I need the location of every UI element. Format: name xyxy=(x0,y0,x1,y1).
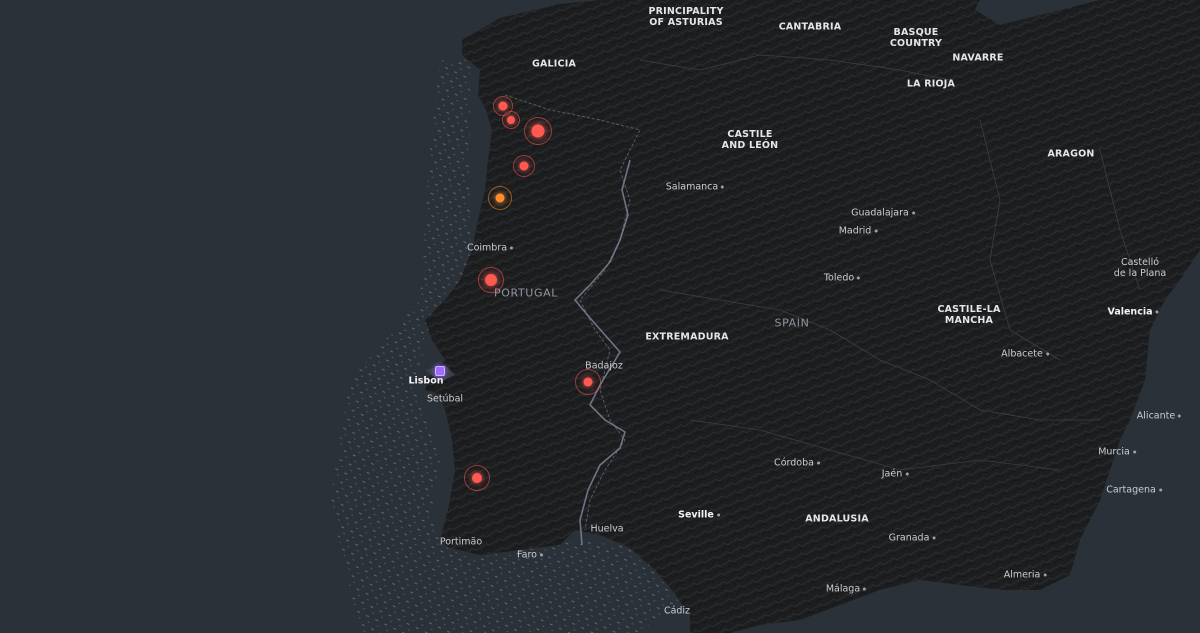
marker-badajoz-area[interactable] xyxy=(575,369,601,395)
city-coimbra: Coimbra xyxy=(467,243,514,254)
city-portimao: Portimão xyxy=(439,536,483,548)
city-setubal: Setúbal xyxy=(426,393,464,405)
marker-porto[interactable] xyxy=(488,186,512,210)
label-galicia: GALICIA xyxy=(532,58,576,70)
marker-lisbon[interactable] xyxy=(435,366,445,376)
marker-galicia-4[interactable] xyxy=(513,155,535,177)
city-castello: Castelló de la Plana xyxy=(1113,257,1167,279)
marker-galicia-2[interactable] xyxy=(502,111,520,129)
map-base xyxy=(0,0,1200,633)
city-cadiz: Cádiz xyxy=(663,605,691,617)
map-canvas[interactable]: PRINCIPALITY OF ASTURIAS CANTABRIA BASQU… xyxy=(0,0,1200,633)
city-madrid: Madrid xyxy=(839,226,878,237)
label-country-spain: SPAIN xyxy=(774,316,810,330)
marker-galicia-3[interactable] xyxy=(524,117,552,145)
city-jaen: Jaén xyxy=(882,469,909,480)
city-almeria: Almeria xyxy=(1004,570,1047,581)
label-aragon: ARAGON xyxy=(1047,148,1095,160)
city-huelva: Huelva xyxy=(590,523,624,535)
city-alicante: Alicante xyxy=(1137,411,1182,422)
label-country-portugal: PORTUGAL xyxy=(494,286,558,300)
city-malaga: Málaga xyxy=(826,584,867,595)
city-albacete: Albacete xyxy=(1001,349,1049,360)
label-cantabria: CANTABRIA xyxy=(778,21,842,33)
city-murcia: Murcia xyxy=(1098,447,1136,458)
city-seville: Seville xyxy=(678,510,720,521)
label-castile-la-mancha: CASTILE-LA MANCHA xyxy=(937,304,1001,326)
label-navarre: NAVARRE xyxy=(952,52,1004,64)
city-lisbon: Lisbon xyxy=(408,375,444,387)
label-basque-country: BASQUE COUNTRY xyxy=(889,27,943,49)
marker-coimbra-area[interactable] xyxy=(478,267,504,293)
city-guadalajara: Guadalajara xyxy=(851,208,915,219)
label-la-rioja: LA RIOJA xyxy=(906,78,956,90)
label-castile-leon: CASTILE AND LEÓN xyxy=(721,129,779,151)
city-valencia: Valencia xyxy=(1107,307,1159,318)
city-granada: Granada xyxy=(889,533,936,544)
city-salamanca: Salamanca xyxy=(666,182,725,193)
city-cartagena: Cartagena xyxy=(1106,485,1162,496)
label-extremadura: EXTREMADURA xyxy=(645,331,729,343)
marker-algarve[interactable] xyxy=(464,465,490,491)
city-toledo: Toledo xyxy=(824,273,861,284)
city-faro: Faro xyxy=(517,550,543,561)
label-andalusia: ANDALUSIA xyxy=(805,513,869,525)
city-cordoba: Córdoba xyxy=(774,458,820,469)
label-asturias: PRINCIPALITY OF ASTURIAS xyxy=(648,6,724,28)
